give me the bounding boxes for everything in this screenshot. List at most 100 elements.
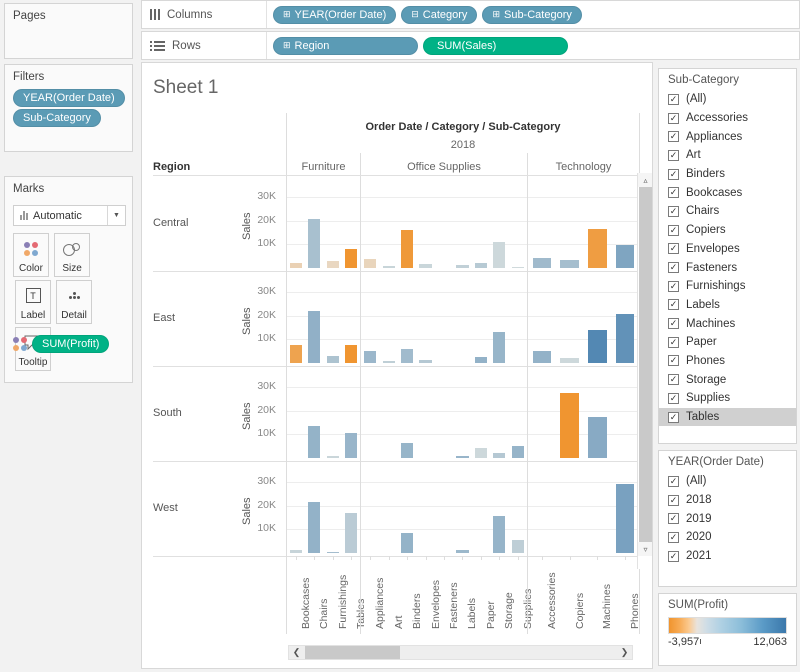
column-pill-subcategory[interactable]: ⊞ Sub-Category [482, 6, 581, 24]
checkbox-icon[interactable]: ✓ [668, 225, 679, 236]
expand-plus-icon[interactable]: ⊞ [283, 10, 291, 19]
chart-bar[interactable] [456, 456, 468, 458]
checkbox-icon[interactable]: ✓ [668, 551, 679, 562]
chart-bar[interactable] [327, 261, 339, 268]
subcategory-axis-label[interactable]: Paper [485, 601, 497, 629]
row-pill-region[interactable]: ⊞ Region [273, 37, 418, 55]
chart-bar[interactable] [345, 513, 357, 553]
checkbox-icon[interactable]: ✓ [668, 206, 679, 217]
checkbox-icon[interactable]: ✓ [668, 476, 679, 487]
subcategory-axis-label[interactable]: Labels [466, 598, 478, 629]
marks-size-button[interactable]: Size [54, 233, 90, 277]
subcategory-filter-item[interactable]: ✓Binders [659, 165, 796, 184]
row-pill-sum-sales[interactable]: SUM(Sales) [423, 37, 568, 55]
chart-bar[interactable] [364, 351, 376, 363]
checkbox-icon[interactable]: ✓ [668, 169, 679, 180]
chart-bar[interactable] [345, 433, 357, 458]
subcategory-filter-item[interactable]: ✓Storage [659, 370, 796, 389]
scroll-down-arrow-icon[interactable]: ▿ [638, 542, 653, 556]
chart-bar[interactable] [308, 502, 320, 553]
chart-bar[interactable] [588, 330, 606, 363]
chart-bar[interactable] [290, 345, 302, 363]
subcategory-filter-item[interactable]: ✓Tables [659, 408, 796, 427]
checkbox-icon[interactable]: ✓ [668, 94, 679, 105]
subcategory-filter-item[interactable]: ✓Chairs [659, 202, 796, 221]
subcategory-axis-label[interactable]: Accessories [546, 572, 558, 629]
subcategory-axis-label[interactable]: Machines [601, 584, 613, 629]
chart-bar[interactable] [401, 533, 413, 553]
subcategory-axis-label[interactable]: Bookcases [300, 578, 312, 629]
subcategory-filter-item[interactable]: ✓Accessories [659, 109, 796, 128]
scroll-left-arrow-icon[interactable]: ❮ [289, 646, 304, 659]
chart-bar[interactable] [308, 426, 320, 458]
chart-bar[interactable] [401, 349, 413, 363]
rows-shelf[interactable]: Rows ⊞ Region SUM(Sales) [141, 31, 800, 60]
subcategory-filter-item[interactable]: ✓Supplies [659, 389, 796, 408]
subcategory-axis-label[interactable]: Envelopes [430, 580, 442, 629]
checkbox-icon[interactable]: ✓ [668, 113, 679, 124]
vertical-scrollbar[interactable]: ▵ ▿ [637, 173, 652, 569]
subcategory-axis-label[interactable]: Appliances [374, 578, 386, 629]
chart-bar[interactable] [493, 453, 505, 458]
chart-bar[interactable] [327, 552, 339, 553]
columns-shelf[interactable]: Columns ⊞ YEAR(Order Date) ⊟ Category ⊞ … [141, 0, 800, 29]
horizontal-scrollbar[interactable]: ❮ ❯ [288, 645, 633, 660]
chart-bar[interactable] [512, 267, 524, 268]
chart-bar[interactable] [327, 356, 339, 363]
chart-bar[interactable] [383, 266, 395, 268]
subcategory-filter-item[interactable]: ✓Appliances [659, 127, 796, 146]
chart-bar[interactable] [383, 361, 395, 363]
year-filter-item[interactable]: ✓2019 [659, 509, 796, 528]
chart-bar[interactable] [533, 258, 551, 268]
chart-bar[interactable] [560, 393, 578, 458]
column-pill-category[interactable]: ⊟ Category [401, 6, 477, 24]
chart-bar[interactable] [419, 264, 431, 268]
scroll-right-arrow-icon[interactable]: ❯ [617, 646, 632, 659]
marks-pill-sum-profit[interactable]: SUM(Profit) [32, 335, 109, 353]
chart-bar[interactable] [560, 358, 578, 363]
filter-pill-year[interactable]: YEAR(Order Date) [13, 89, 125, 107]
mark-type-dropdown[interactable]: Automatic ▼ [13, 205, 126, 226]
checkbox-icon[interactable]: ✓ [668, 299, 679, 310]
marks-detail-button[interactable]: Detail [56, 280, 92, 324]
checkbox-icon[interactable]: ✓ [668, 495, 679, 506]
checkbox-icon[interactable]: ✓ [668, 243, 679, 254]
chart-bar[interactable] [560, 260, 578, 268]
chart-bar[interactable] [308, 219, 320, 268]
chart-bar[interactable] [512, 540, 524, 553]
subcategory-filter-item[interactable]: ✓Bookcases [659, 183, 796, 202]
chart-bar[interactable] [493, 516, 505, 553]
checkbox-icon[interactable]: ✓ [668, 281, 679, 292]
checkbox-icon[interactable]: ✓ [668, 355, 679, 366]
checkbox-icon[interactable]: ✓ [668, 131, 679, 142]
chart-bar[interactable] [475, 263, 487, 268]
subcategory-filter-item[interactable]: ✓Machines [659, 314, 796, 333]
checkbox-icon[interactable]: ✓ [668, 318, 679, 329]
column-pill-year[interactable]: ⊞ YEAR(Order Date) [273, 6, 396, 24]
collapse-minus-icon[interactable]: ⊟ [411, 10, 419, 19]
chart-bar[interactable] [475, 448, 487, 458]
chart-bar[interactable] [493, 332, 505, 363]
chart-bar[interactable] [401, 230, 413, 268]
chart-bar[interactable] [456, 265, 468, 268]
year-filter-item[interactable]: ✓(All) [659, 472, 796, 491]
chart-bar[interactable] [290, 550, 302, 553]
chart-bar[interactable] [475, 357, 487, 363]
scroll-up-arrow-icon[interactable]: ▵ [638, 173, 653, 187]
checkbox-icon[interactable]: ✓ [668, 187, 679, 198]
chart-bar[interactable] [345, 249, 357, 268]
marks-label-button[interactable]: T Label [15, 280, 51, 324]
checkbox-icon[interactable]: ✓ [668, 393, 679, 404]
subcategory-axis-label[interactable]: Chairs [318, 599, 330, 629]
chart-bar[interactable] [345, 345, 357, 363]
year-filter-item[interactable]: ✓2020 [659, 528, 796, 547]
subcategory-axis-label[interactable]: Art [393, 616, 405, 629]
checkbox-icon[interactable]: ✓ [668, 374, 679, 385]
chart-bar[interactable] [616, 314, 634, 363]
subcategory-filter-item[interactable]: ✓(All) [659, 90, 796, 109]
checkbox-icon[interactable]: ✓ [668, 150, 679, 161]
vertical-scroll-thumb[interactable] [639, 187, 652, 542]
year-filter-item[interactable]: ✓2021 [659, 547, 796, 566]
chart-bar[interactable] [308, 311, 320, 363]
marks-color-button[interactable]: Color [13, 233, 49, 277]
